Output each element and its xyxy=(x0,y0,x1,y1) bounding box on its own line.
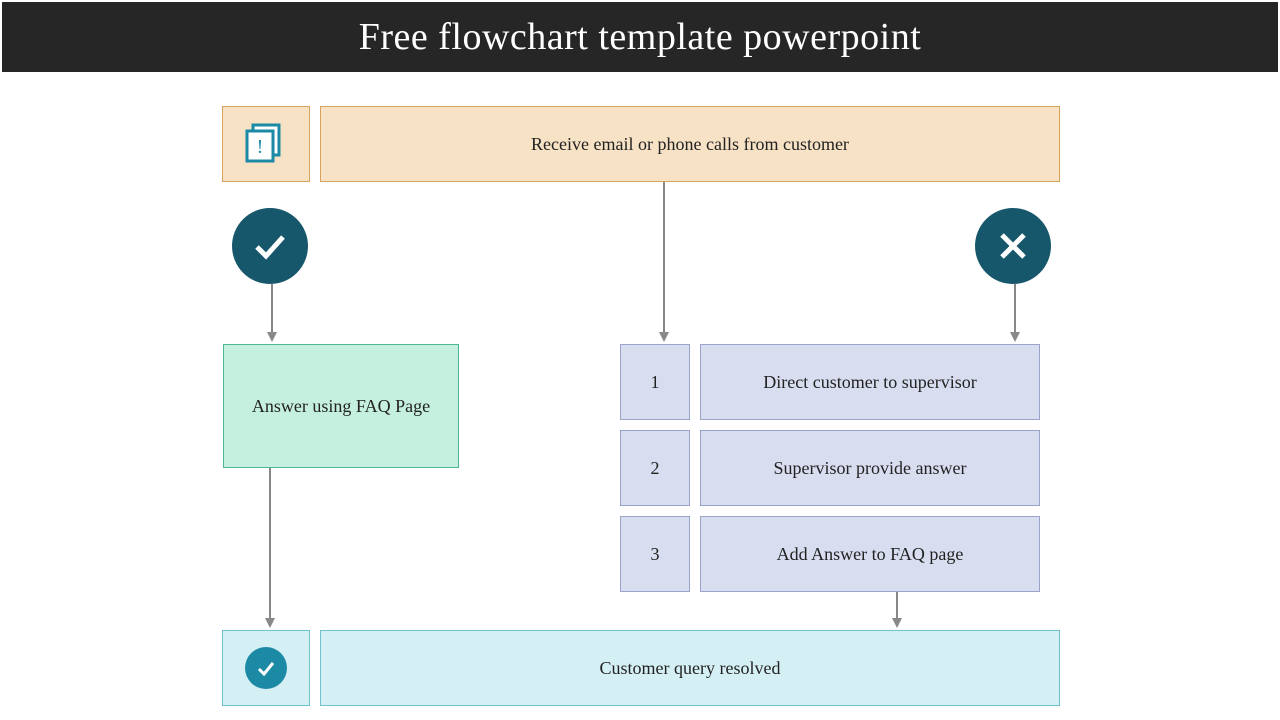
faq-answer-box: Answer using FAQ Page xyxy=(223,344,459,468)
step-num-1: 1 xyxy=(620,344,690,420)
check-icon xyxy=(249,225,291,267)
step-desc-1-text: Direct customer to supervisor xyxy=(763,372,976,393)
resolved-check-circle xyxy=(245,647,287,689)
step-num-1-text: 1 xyxy=(651,372,660,393)
title-text: Free flowchart template powerpoint xyxy=(359,15,922,59)
start-label: Receive email or phone calls from custom… xyxy=(531,134,849,155)
arrow-yes-down xyxy=(265,284,279,342)
step-num-3-text: 3 xyxy=(651,544,660,565)
step-desc-2-text: Supervisor provide answer xyxy=(774,458,967,479)
yes-circle xyxy=(232,208,308,284)
start-box: Receive email or phone calls from custom… xyxy=(320,106,1060,182)
step-desc-3: Add Answer to FAQ page xyxy=(700,516,1040,592)
faq-answer-label: Answer using FAQ Page xyxy=(252,396,430,417)
document-warning-icon: ! xyxy=(243,121,289,167)
arrow-center-down xyxy=(657,182,671,342)
check-icon xyxy=(255,657,277,679)
end-box: Customer query resolved xyxy=(320,630,1060,706)
step-desc-2: Supervisor provide answer xyxy=(700,430,1040,506)
step-desc-3-text: Add Answer to FAQ page xyxy=(777,544,964,565)
arrow-steps-down xyxy=(890,592,904,628)
slide-title: Free flowchart template powerpoint xyxy=(2,2,1278,72)
step-num-2: 2 xyxy=(620,430,690,506)
arrow-faq-down xyxy=(263,468,277,628)
no-circle xyxy=(975,208,1051,284)
end-label: Customer query resolved xyxy=(600,658,781,679)
end-icon-box xyxy=(222,630,310,706)
step-num-2-text: 2 xyxy=(651,458,660,479)
arrow-no-down xyxy=(1008,284,1022,342)
svg-text:!: ! xyxy=(257,136,264,158)
start-icon-box: ! xyxy=(222,106,310,182)
cross-icon xyxy=(994,227,1032,265)
step-num-3: 3 xyxy=(620,516,690,592)
step-desc-1: Direct customer to supervisor xyxy=(700,344,1040,420)
